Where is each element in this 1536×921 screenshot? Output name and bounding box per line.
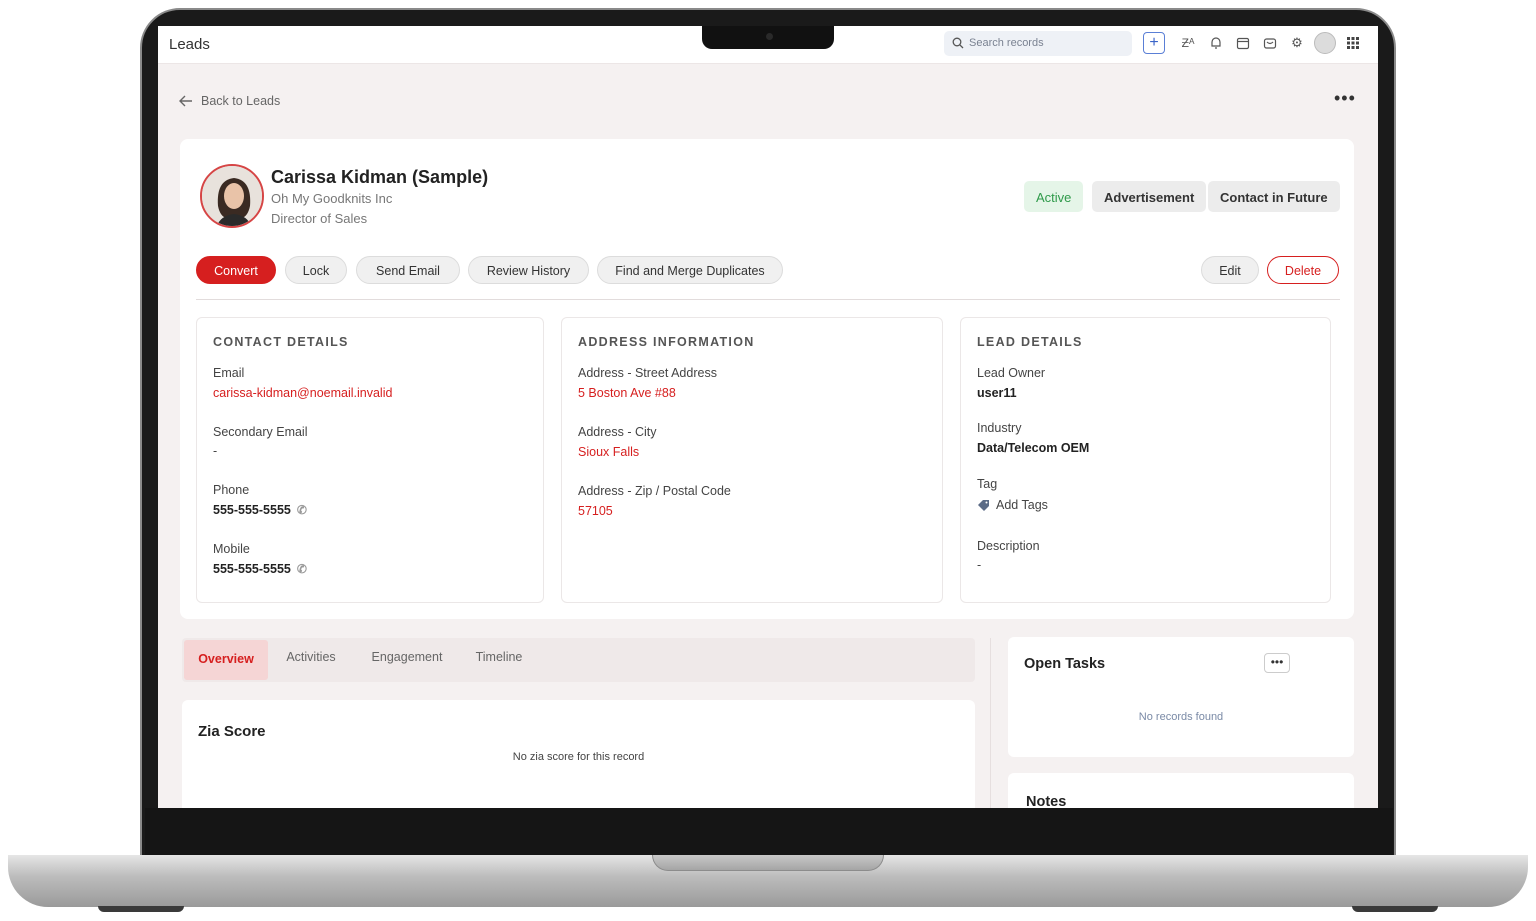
tasks-empty-message: No records found [1138,711,1224,723]
divider [196,299,1340,300]
lead-name: Carissa Kidman (Sample) [271,167,489,187]
description-value: - [977,558,982,572]
email-label: Email [213,366,245,380]
section-title: ADDRESS INFORMATION [578,335,755,349]
camera-icon [766,33,773,40]
app-screen: Leads Search records + Ƶᴬ ⚙ Back to Lead… [158,26,1378,808]
laptop-bezel [145,808,1393,856]
phone-value[interactable]: 555-555-5555 [213,503,291,517]
app-title: Leads [169,36,210,53]
plus-icon[interactable]: + [1143,32,1165,54]
marketplace-icon[interactable] [1259,32,1281,54]
add-tags-button[interactable]: Add Tags [977,498,1048,512]
tag-icon [978,499,989,511]
phone-row: 555-555-5555 ✆ [213,503,307,517]
zia-empty-message: No zia score for this record [512,751,645,763]
phone-icon[interactable]: ✆ [297,503,307,517]
mobile-row: 555-555-5555 ✆ [213,562,307,576]
industry-value: Data/Telecom OEM [977,441,1090,455]
laptop-opening-notch [652,855,884,871]
avatar-image [1314,32,1336,54]
tasks-more-icon[interactable]: ••• [1264,653,1290,673]
email-link[interactable]: carissa-kidman@noemail.invalid [213,386,392,400]
street-label: Address - Street Address [578,366,717,380]
lead-details-section: LEAD DETAILS Lead Owner user11 Industry … [960,317,1331,603]
street-value: 5 Boston Ave #88 [578,386,676,400]
back-label: Back to Leads [201,94,281,108]
notes-title: Notes [1026,794,1067,808]
lock-button[interactable]: Lock [285,256,347,284]
avatar[interactable] [1314,32,1336,54]
arrow-left-icon [179,95,192,107]
convert-button[interactable]: Convert [196,256,276,284]
send-email-button[interactable]: Send Email [356,256,460,284]
tag-contact-in-future[interactable]: Contact in Future [1208,181,1340,212]
calendar-icon[interactable] [1232,32,1254,54]
lead-job-title: Director of Sales [271,211,368,226]
more-options-icon[interactable]: ••• [1334,88,1356,109]
search-input[interactable]: Search records [944,31,1132,56]
zia-score-card: Zia Score No zia score for this record [182,700,975,808]
tag-label: Tag [977,477,998,491]
mobile-label: Mobile [213,542,250,556]
apps-grid-icon[interactable] [1342,32,1364,54]
contact-details-section: CONTACT DETAILS Email carissa-kidman@noe… [196,317,544,603]
zip-value: 57105 [578,504,613,518]
camera-notch [702,26,834,49]
tag-advertisement[interactable]: Advertisement [1092,181,1207,212]
lead-owner-label: Lead Owner [977,366,1046,380]
lead-header-card: Carissa Kidman (Sample) Oh My Goodknits … [180,139,1354,619]
laptop-foot [1352,906,1438,912]
add-tags-label: Add Tags [996,498,1048,512]
section-title: LEAD DETAILS [977,335,1083,349]
description-label: Description [977,539,1040,553]
search-placeholder: Search records [969,37,1044,49]
bell-icon[interactable] [1205,32,1227,54]
tab-engagement[interactable]: Engagement [364,638,450,678]
secondary-email-label: Secondary Email [213,425,308,439]
zia-score-title: Zia Score [198,723,266,740]
tab-overview[interactable]: Overview [184,640,268,680]
lead-company: Oh My Goodknits Inc [271,191,393,206]
phone-icon[interactable]: ✆ [297,562,307,576]
phone-label: Phone [213,483,250,497]
record-tabs: Overview Activities Engagement Timeline [182,638,975,682]
find-merge-duplicates-button[interactable]: Find and Merge Duplicates [597,256,783,284]
zia-icon[interactable]: Ƶᴬ [1177,32,1199,54]
tab-timeline[interactable]: Timeline [470,638,528,678]
gear-icon[interactable]: ⚙ [1286,32,1308,54]
secondary-email-value: - [213,444,218,458]
laptop-foot [98,906,184,912]
edit-button[interactable]: Edit [1201,256,1259,284]
search-icon [952,37,964,49]
back-link[interactable]: Back to Leads [179,94,280,108]
tab-activities[interactable]: Activities [278,638,344,678]
delete-button[interactable]: Delete [1267,256,1339,284]
open-tasks-title: Open Tasks [1024,656,1106,672]
mobile-value[interactable]: 555-555-5555 [213,562,291,576]
city-value: Sioux Falls [578,445,640,459]
section-title: CONTACT DETAILS [213,335,349,349]
column-divider [990,638,991,808]
notes-card: Notes [1008,773,1354,808]
industry-label: Industry [977,421,1022,435]
status-badge[interactable]: Active [1024,181,1084,212]
zip-label: Address - Zip / Postal Code [578,484,731,498]
profile-photo [200,164,264,228]
address-information-section: ADDRESS INFORMATION Address - Street Add… [561,317,943,603]
city-label: Address - City [578,425,657,439]
open-tasks-card: Open Tasks ••• No records found [1008,637,1354,757]
lead-owner-value: user11 [977,386,1017,400]
review-history-button[interactable]: Review History [468,256,589,284]
